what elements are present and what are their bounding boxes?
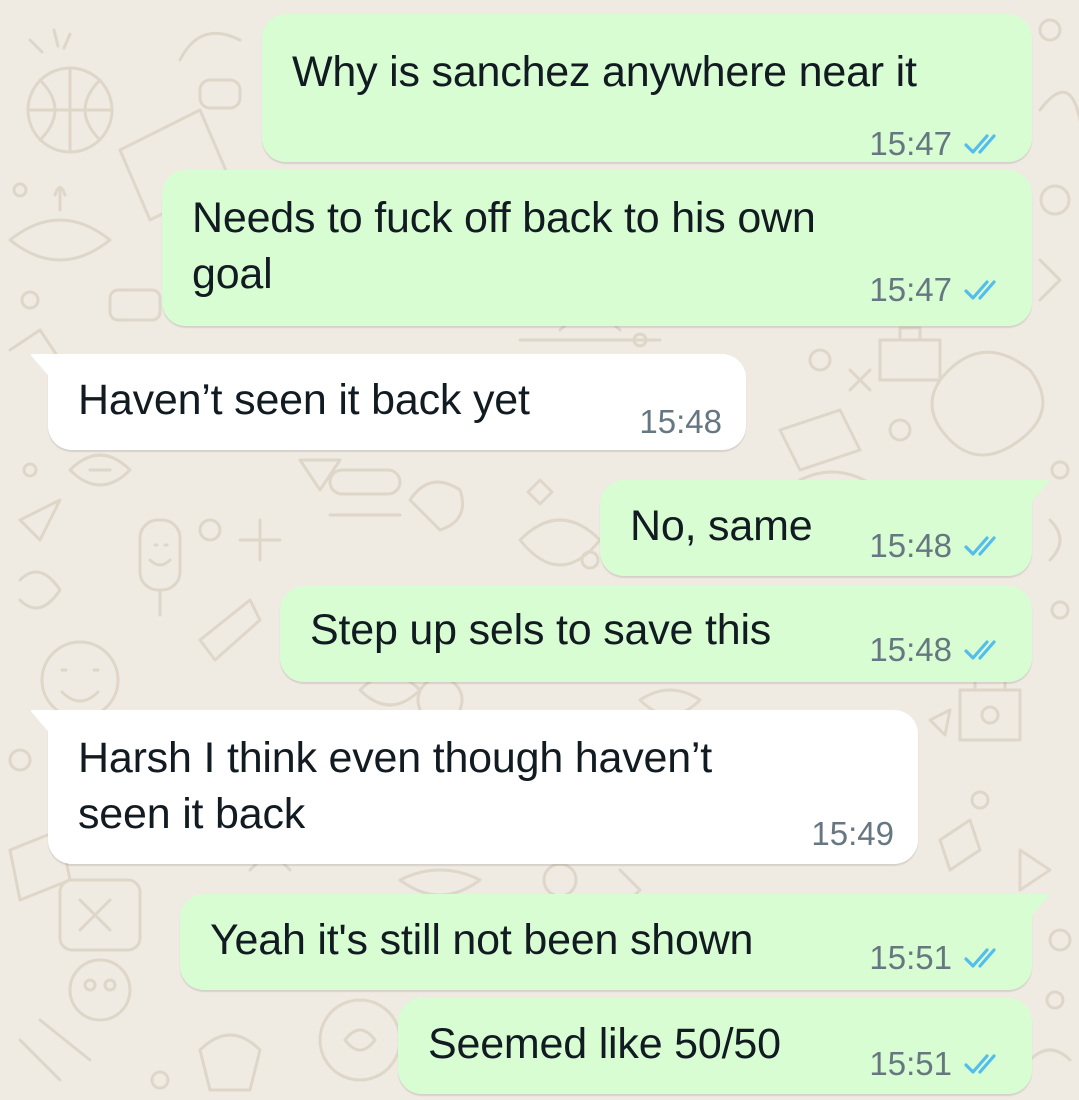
read-double-tick-icon bbox=[964, 948, 996, 968]
message-timestamp: 15:48 bbox=[869, 527, 952, 564]
message-meta: 15:49 bbox=[811, 814, 894, 854]
message-text: Why is sanchez anywhere near it bbox=[292, 48, 917, 96]
message-text-line-2: goal bbox=[192, 250, 273, 298]
message-timestamp: 15:47 bbox=[869, 271, 952, 308]
message-bubble-incoming[interactable]: Harsh I think even though haven’t seen i… bbox=[30, 710, 918, 864]
message-timestamp: 15:51 bbox=[869, 939, 952, 976]
message-text-line-1: Needs to fuck off back to his own bbox=[192, 194, 816, 242]
message-text: No, same bbox=[630, 502, 813, 550]
message-bubble-outgoing[interactable]: Step up sels to save this 15:48 bbox=[280, 586, 1032, 682]
message-text: Step up sels to save this bbox=[310, 606, 772, 654]
message-text-line-1: Harsh I think even though haven’t bbox=[78, 734, 713, 782]
message-meta: 15:47 bbox=[869, 124, 1008, 164]
message-meta: 15:48 bbox=[869, 630, 1008, 670]
message-list[interactable]: Why is sanchez anywhere near it 15:47 Ne… bbox=[0, 0, 1079, 1100]
message-bubble-outgoing[interactable]: Needs to fuck off back to his own goal 1… bbox=[162, 170, 1032, 326]
bubble-tail-icon bbox=[1028, 480, 1050, 506]
message-bubble-outgoing[interactable]: Why is sanchez anywhere near it 15:47 bbox=[262, 14, 1032, 162]
message-meta: 15:51 bbox=[869, 1044, 1008, 1084]
message-bubble-outgoing[interactable]: No, same 15:48 bbox=[600, 480, 1050, 576]
message-text: Yeah it's still not been shown bbox=[210, 916, 754, 964]
message-meta: 15:48 bbox=[639, 402, 722, 442]
message-timestamp: 15:49 bbox=[811, 815, 894, 852]
read-double-tick-icon bbox=[964, 536, 996, 556]
message-timestamp: 15:51 bbox=[869, 1045, 952, 1082]
message-timestamp: 15:47 bbox=[869, 125, 952, 162]
read-double-tick-icon bbox=[964, 640, 996, 660]
message-meta: 15:47 bbox=[869, 270, 1008, 310]
message-bubble-incoming[interactable]: Haven’t seen it back yet 15:48 bbox=[30, 354, 746, 450]
message-text: Seemed like 50/50 bbox=[428, 1020, 781, 1068]
bubble-tail-icon bbox=[30, 710, 52, 736]
bubble-tail-icon bbox=[30, 354, 52, 380]
message-timestamp: 15:48 bbox=[869, 631, 952, 668]
bubble-tail-icon bbox=[1028, 894, 1050, 920]
message-text: Haven’t seen it back yet bbox=[78, 376, 530, 424]
message-meta: 15:48 bbox=[869, 526, 1008, 566]
message-bubble-outgoing[interactable]: Seemed like 50/50 15:51 bbox=[398, 998, 1032, 1094]
read-double-tick-icon bbox=[964, 280, 996, 300]
message-text-line-2: seen it back bbox=[78, 790, 306, 838]
message-meta: 15:51 bbox=[869, 938, 1008, 978]
message-bubble-outgoing[interactable]: Yeah it's still not been shown 15:51 bbox=[180, 894, 1050, 990]
read-double-tick-icon bbox=[964, 134, 996, 154]
message-timestamp: 15:48 bbox=[639, 403, 722, 440]
read-double-tick-icon bbox=[964, 1054, 996, 1074]
